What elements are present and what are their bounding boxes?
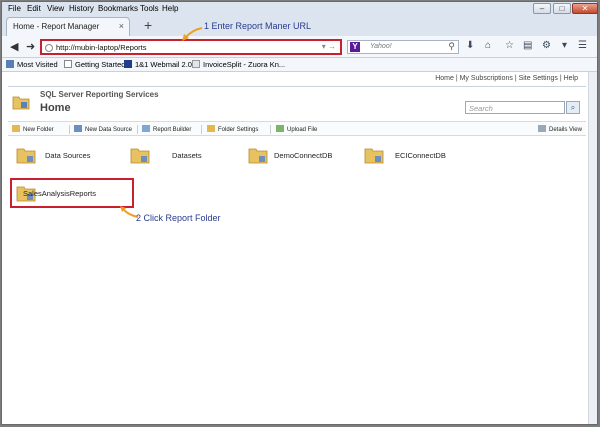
new-tab-button[interactable]: + — [144, 17, 152, 33]
folder-label: Datasets — [172, 151, 202, 160]
folder-highlight-box — [10, 178, 134, 208]
download-icon[interactable]: ⬇ — [466, 40, 474, 51]
webmail-icon — [124, 60, 132, 68]
minimize-button[interactable]: – — [533, 3, 551, 14]
bookmark-webmail[interactable]: 1&1 Webmail 2.0 — [124, 60, 192, 69]
header-links[interactable]: Home | My Subscriptions | Site Settings … — [435, 75, 578, 82]
menu-view[interactable]: View — [47, 4, 64, 13]
page-content: Home | My Subscriptions | Site Settings … — [2, 72, 590, 424]
upload-file-button[interactable]: Upload File — [276, 125, 317, 133]
menu-bar: File Edit View History Bookmarks Tools H… — [2, 2, 598, 16]
bookmarks-bar: Most Visited Getting Started 1&1 Webmail… — [2, 58, 597, 72]
maximize-button[interactable]: □ — [553, 3, 571, 14]
report-builder-icon — [142, 125, 150, 132]
details-view-icon — [538, 125, 546, 132]
callout-step-1: 1 Enter Report Maner URL — [204, 21, 312, 31]
folder-settings-icon — [207, 125, 215, 132]
ssrs-folder-icon — [12, 96, 30, 110]
extension-icon[interactable]: ⚙ — [542, 40, 551, 51]
vertical-scrollbar[interactable] — [588, 72, 597, 424]
home-icon[interactable]: ⌂ — [485, 40, 491, 51]
toolbar-separator — [270, 125, 271, 134]
new-folder-label: New Folder — [23, 127, 54, 133]
browser-window: File Edit View History Bookmarks Tools H… — [1, 1, 598, 425]
bookmark-star-icon[interactable]: ☆ — [505, 40, 514, 51]
folder-settings-button[interactable]: Folder Settings — [207, 125, 258, 133]
navigation-bar: ◀ ➜ http://mubin-laptop/Reports ▾ → Y Ya… — [2, 36, 597, 58]
menu-tools[interactable]: Tools — [140, 4, 159, 13]
bookmark-most-visited[interactable]: Most Visited — [6, 60, 58, 69]
upload-file-label: Upload File — [287, 127, 318, 133]
menu-edit[interactable]: Edit — [27, 4, 41, 13]
go-arrow-icon[interactable]: ▾ → — [322, 42, 336, 51]
rs-search-placeholder: Search — [469, 104, 493, 113]
new-folder-button[interactable]: New Folder — [12, 125, 54, 133]
report-builder-label: Report Builder — [153, 127, 192, 133]
folder-eciconnectdb[interactable]: ECIConnectDB — [364, 146, 464, 168]
toolbar-separator — [201, 125, 202, 134]
tab-title: Home - Report Manager — [13, 22, 100, 31]
folder-icon — [364, 148, 384, 164]
bookmark-label: Getting Started — [75, 60, 126, 69]
folder-icon — [16, 148, 36, 164]
url-input[interactable]: http://mubin-laptop/Reports — [56, 43, 146, 52]
folder-label: Data Sources — [45, 151, 91, 160]
details-view-button[interactable]: Details View — [538, 125, 582, 133]
bookmark-invoicesplit[interactable]: InvoiceSplit - Zuora Kn... — [192, 60, 285, 69]
header-divider — [8, 86, 586, 87]
bookmarks-folder-icon — [6, 60, 14, 68]
menu-history[interactable]: History — [69, 4, 94, 13]
forward-arrow-icon[interactable]: ➜ — [26, 40, 35, 53]
folder-icon — [248, 148, 268, 164]
back-arrow-icon[interactable]: ◀ — [10, 40, 18, 53]
folder-democonnectdb[interactable]: DemoConnectDB — [248, 146, 358, 168]
web-search-bar[interactable]: Y Yahoo! ⚲ — [347, 40, 459, 54]
folder-data-sources[interactable]: Data Sources — [16, 146, 116, 168]
tab-home-report-manager[interactable]: Home - Report Manager × — [6, 17, 130, 36]
zuora-icon — [192, 60, 200, 68]
tab-close-icon[interactable]: × — [119, 21, 124, 31]
menu-file[interactable]: File — [8, 4, 21, 13]
rs-search-input[interactable]: Search — [465, 101, 565, 114]
folder-label: DemoConnectDB — [274, 151, 333, 160]
toolbar-separator — [137, 125, 138, 134]
web-search-input[interactable]: Yahoo! — [370, 43, 392, 50]
new-folder-icon — [12, 125, 20, 132]
close-window-button[interactable]: ✕ — [572, 3, 598, 14]
globe-icon — [45, 44, 53, 52]
data-source-icon — [74, 125, 82, 132]
callout-arrow-icon — [182, 27, 203, 41]
new-data-source-label: New Data Source — [85, 127, 133, 133]
menu-bookmarks[interactable]: Bookmarks — [98, 4, 138, 13]
clipboard-icon[interactable]: ▤ — [523, 40, 532, 51]
toolbar-separator — [69, 125, 70, 134]
bookmark-getting-started[interactable]: Getting Started — [64, 60, 125, 69]
product-title: SQL Server Reporting Services — [40, 90, 159, 99]
folder-icon — [130, 148, 150, 164]
search-icon[interactable]: ⚲ — [448, 41, 455, 52]
yahoo-icon[interactable]: Y — [350, 42, 360, 52]
page-title: Home — [40, 102, 71, 114]
hamburger-menu-icon[interactable]: ☰ — [578, 40, 587, 51]
folder-settings-label: Folder Settings — [218, 127, 259, 133]
report-manager-toolbar: New Folder New Data Source Report Builde… — [8, 121, 586, 136]
upload-icon — [276, 125, 284, 132]
report-builder-button[interactable]: Report Builder — [142, 125, 191, 133]
callout-step-2: 2 Click Report Folder — [136, 213, 221, 223]
folder-label: ECIConnectDB — [395, 151, 446, 160]
folder-datasets[interactable]: Datasets — [130, 146, 230, 168]
rs-search-button[interactable]: ⌕ — [566, 101, 580, 114]
bookmark-label: InvoiceSplit - Zuora Kn... — [203, 60, 286, 69]
bookmark-label: Most Visited — [17, 60, 58, 69]
dropdown-chevron-icon[interactable]: ▾ — [562, 40, 567, 51]
new-data-source-button[interactable]: New Data Source — [74, 125, 132, 133]
bookmark-label: 1&1 Webmail 2.0 — [135, 60, 192, 69]
page-icon — [64, 60, 72, 68]
details-view-label: Details View — [549, 127, 582, 133]
menu-help[interactable]: Help — [162, 4, 178, 13]
